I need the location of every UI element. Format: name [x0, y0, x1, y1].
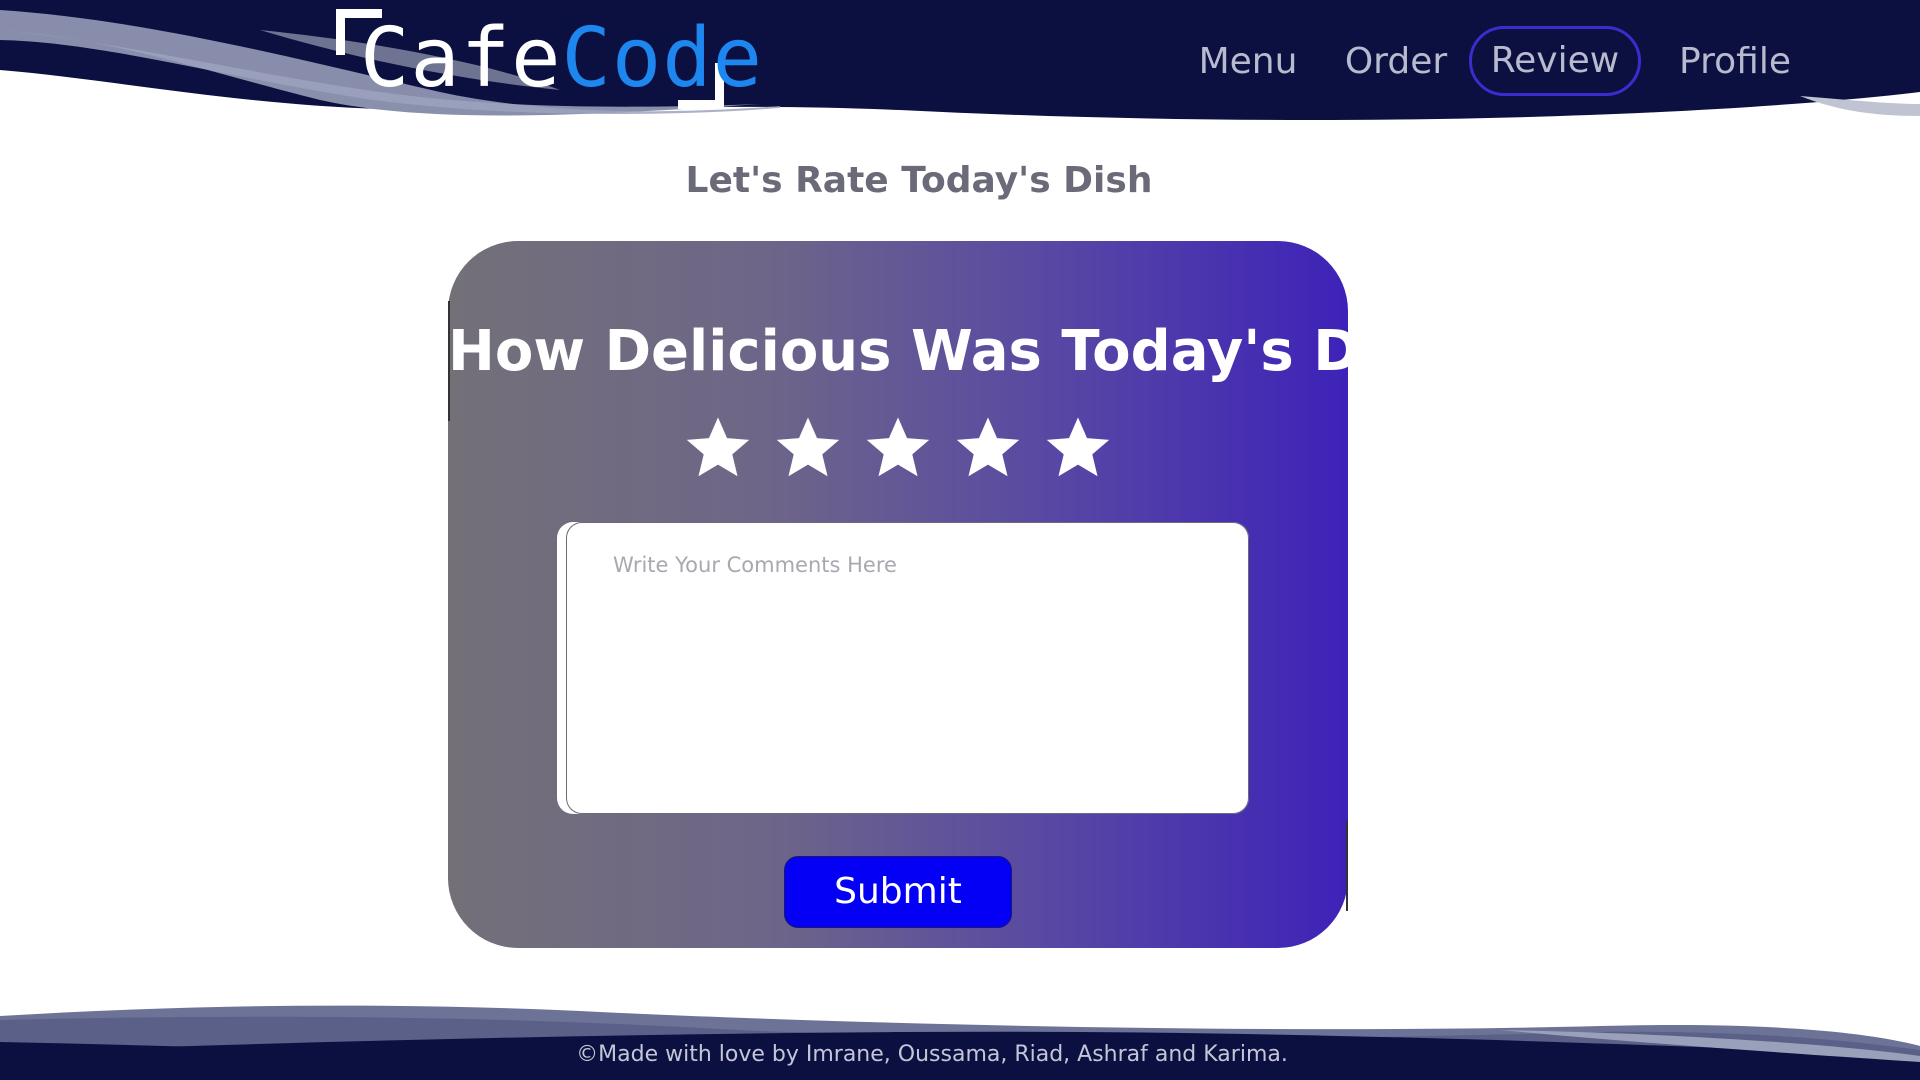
star-icon-1[interactable] — [673, 409, 763, 489]
main-nav: Menu Order Review Profile — [0, 0, 1920, 130]
submit-button[interactable]: Submit — [784, 856, 1012, 928]
star-icon-5[interactable] — [1033, 409, 1123, 489]
comment-textarea[interactable] — [566, 522, 1249, 814]
star-icon-4[interactable] — [943, 409, 1033, 489]
star-rating — [448, 409, 1348, 489]
nav-review-link-active[interactable]: Review — [1469, 26, 1641, 96]
page-title: Let's Rate Today's Dish — [685, 160, 1153, 201]
rating-heading: How Delicious Was Today's Dish — [448, 319, 1453, 384]
nav-order-link[interactable]: Order — [1334, 28, 1458, 96]
footer-credits: ©Made with love by Imrane, Oussama, Riad… — [576, 1042, 1288, 1067]
nav-menu-link[interactable]: Menu — [1188, 28, 1308, 96]
comment-wrapper — [557, 522, 1249, 814]
star-icon-2[interactable] — [763, 409, 853, 489]
star-icon-3[interactable] — [853, 409, 943, 489]
nav-profile-link[interactable]: Profile — [1670, 28, 1800, 96]
rating-card: How Delicious Was Today's Dish Submit — [448, 241, 1453, 948]
card-edge-right — [1346, 821, 1348, 911]
